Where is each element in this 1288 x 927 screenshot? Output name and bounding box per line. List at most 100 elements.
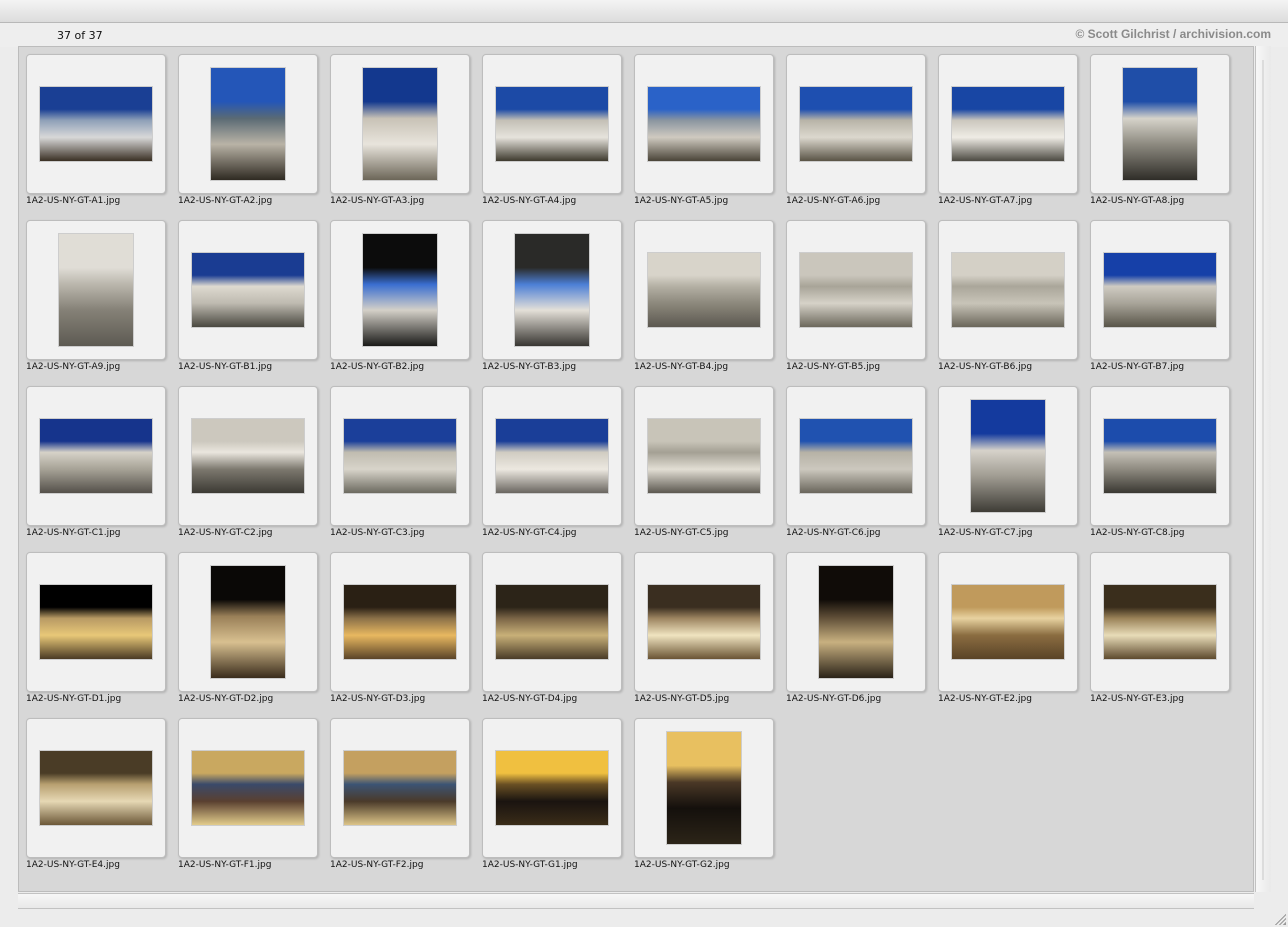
thumbnail-image[interactable]: [648, 87, 760, 161]
thumbnail-frame[interactable]: [634, 552, 774, 692]
thumbnail-frame[interactable]: [786, 220, 926, 360]
thumbnail-item[interactable]: 1A2-US-NY-GT-E4.jpg: [26, 718, 166, 878]
thumbnail-frame[interactable]: [26, 54, 166, 194]
thumbnail-frame[interactable]: [634, 718, 774, 858]
thumbnail-frame[interactable]: [482, 552, 622, 692]
thumbnail-frame[interactable]: [330, 54, 470, 194]
thumbnail-frame[interactable]: [26, 220, 166, 360]
thumbnail-frame[interactable]: [634, 386, 774, 526]
thumbnail-item[interactable]: 1A2-US-NY-GT-C7.jpg: [938, 386, 1078, 546]
horizontal-scrollbar[interactable]: [18, 893, 1254, 909]
thumbnail-image[interactable]: [211, 566, 285, 678]
thumbnail-item[interactable]: 1A2-US-NY-GT-C3.jpg: [330, 386, 470, 546]
thumbnail-frame[interactable]: [938, 552, 1078, 692]
thumbnail-image[interactable]: [648, 585, 760, 659]
thumbnail-image[interactable]: [363, 234, 437, 346]
thumbnail-item[interactable]: 1A2-US-NY-GT-A4.jpg: [482, 54, 622, 214]
thumbnail-frame[interactable]: [634, 220, 774, 360]
thumbnail-item[interactable]: 1A2-US-NY-GT-E2.jpg: [938, 552, 1078, 712]
thumbnail-item[interactable]: 1A2-US-NY-GT-D1.jpg: [26, 552, 166, 712]
thumbnail-item[interactable]: 1A2-US-NY-GT-A9.jpg: [26, 220, 166, 380]
thumbnail-item[interactable]: 1A2-US-NY-GT-C5.jpg: [634, 386, 774, 546]
thumbnail-frame[interactable]: [786, 54, 926, 194]
thumbnail-item[interactable]: 1A2-US-NY-GT-G1.jpg: [482, 718, 622, 878]
thumbnail-image[interactable]: [952, 585, 1064, 659]
thumbnail-item[interactable]: 1A2-US-NY-GT-A7.jpg: [938, 54, 1078, 214]
thumbnail-item[interactable]: 1A2-US-NY-GT-E3.jpg: [1090, 552, 1230, 712]
window-resize-grip[interactable]: [1272, 911, 1286, 925]
thumbnail-item[interactable]: 1A2-US-NY-GT-D6.jpg: [786, 552, 926, 712]
thumbnail-frame[interactable]: [938, 220, 1078, 360]
thumbnail-image[interactable]: [648, 253, 760, 327]
thumbnail-image[interactable]: [667, 732, 741, 844]
thumbnail-frame[interactable]: [482, 718, 622, 858]
thumbnail-image[interactable]: [515, 234, 589, 346]
thumbnail-image[interactable]: [496, 585, 608, 659]
thumbnail-item[interactable]: 1A2-US-NY-GT-C4.jpg: [482, 386, 622, 546]
thumbnail-frame[interactable]: [26, 552, 166, 692]
thumbnail-image[interactable]: [496, 87, 608, 161]
thumbnail-frame[interactable]: [178, 718, 318, 858]
thumbnail-frame[interactable]: [786, 386, 926, 526]
thumbnail-frame[interactable]: [330, 386, 470, 526]
thumbnail-item[interactable]: 1A2-US-NY-GT-D2.jpg: [178, 552, 318, 712]
thumbnail-image[interactable]: [952, 87, 1064, 161]
thumbnail-image[interactable]: [648, 419, 760, 493]
thumbnail-item[interactable]: 1A2-US-NY-GT-B4.jpg: [634, 220, 774, 380]
thumbnail-image[interactable]: [192, 253, 304, 327]
thumbnail-frame[interactable]: [178, 54, 318, 194]
thumbnail-image[interactable]: [344, 751, 456, 825]
thumbnail-frame[interactable]: [330, 718, 470, 858]
vertical-scrollbar[interactable]: [1255, 46, 1271, 892]
thumbnail-frame[interactable]: [26, 718, 166, 858]
thumbnail-item[interactable]: 1A2-US-NY-GT-C8.jpg: [1090, 386, 1230, 546]
thumbnail-image[interactable]: [40, 585, 152, 659]
thumbnail-item[interactable]: 1A2-US-NY-GT-B5.jpg: [786, 220, 926, 380]
thumbnail-image[interactable]: [971, 400, 1045, 512]
thumbnail-image[interactable]: [192, 751, 304, 825]
thumbnail-frame[interactable]: [178, 386, 318, 526]
thumbnail-frame[interactable]: [178, 220, 318, 360]
thumbnail-image[interactable]: [1104, 419, 1216, 493]
thumbnail-frame[interactable]: [938, 54, 1078, 194]
thumbnail-item[interactable]: 1A2-US-NY-GT-C2.jpg: [178, 386, 318, 546]
thumbnail-image[interactable]: [363, 68, 437, 180]
thumbnail-image[interactable]: [344, 585, 456, 659]
thumbnail-image[interactable]: [496, 419, 608, 493]
thumbnail-image[interactable]: [800, 87, 912, 161]
thumbnail-item[interactable]: 1A2-US-NY-GT-C6.jpg: [786, 386, 926, 546]
thumbnail-frame[interactable]: [482, 386, 622, 526]
thumbnail-item[interactable]: 1A2-US-NY-GT-G2.jpg: [634, 718, 774, 878]
thumbnail-item[interactable]: 1A2-US-NY-GT-B6.jpg: [938, 220, 1078, 380]
thumbnail-item[interactable]: 1A2-US-NY-GT-F2.jpg: [330, 718, 470, 878]
thumbnail-image[interactable]: [40, 87, 152, 161]
thumbnail-image[interactable]: [1104, 585, 1216, 659]
thumbnail-image[interactable]: [59, 234, 133, 346]
thumbnail-image[interactable]: [344, 419, 456, 493]
thumbnail-frame[interactable]: [938, 386, 1078, 526]
thumbnail-item[interactable]: 1A2-US-NY-GT-B3.jpg: [482, 220, 622, 380]
thumbnail-image[interactable]: [952, 253, 1064, 327]
thumbnail-item[interactable]: 1A2-US-NY-GT-B7.jpg: [1090, 220, 1230, 380]
thumbnail-image[interactable]: [1123, 68, 1197, 180]
thumbnail-frame[interactable]: [786, 552, 926, 692]
thumbnail-image[interactable]: [1104, 253, 1216, 327]
thumbnail-frame[interactable]: [1090, 54, 1230, 194]
thumbnail-item[interactable]: 1A2-US-NY-GT-A2.jpg: [178, 54, 318, 214]
thumbnail-item[interactable]: 1A2-US-NY-GT-B1.jpg: [178, 220, 318, 380]
thumbnail-frame[interactable]: [1090, 386, 1230, 526]
thumbnail-frame[interactable]: [330, 552, 470, 692]
thumbnail-frame[interactable]: [482, 220, 622, 360]
thumbnail-image[interactable]: [40, 751, 152, 825]
thumbnail-frame[interactable]: [1090, 552, 1230, 692]
thumbnail-frame[interactable]: [26, 386, 166, 526]
thumbnail-item[interactable]: 1A2-US-NY-GT-A1.jpg: [26, 54, 166, 214]
thumbnail-frame[interactable]: [634, 54, 774, 194]
thumbnail-item[interactable]: 1A2-US-NY-GT-D5.jpg: [634, 552, 774, 712]
thumbnail-image[interactable]: [819, 566, 893, 678]
thumbnail-item[interactable]: 1A2-US-NY-GT-D4.jpg: [482, 552, 622, 712]
thumbnail-item[interactable]: 1A2-US-NY-GT-B2.jpg: [330, 220, 470, 380]
thumbnail-frame[interactable]: [178, 552, 318, 692]
thumbnail-image[interactable]: [800, 253, 912, 327]
thumbnail-image[interactable]: [192, 419, 304, 493]
